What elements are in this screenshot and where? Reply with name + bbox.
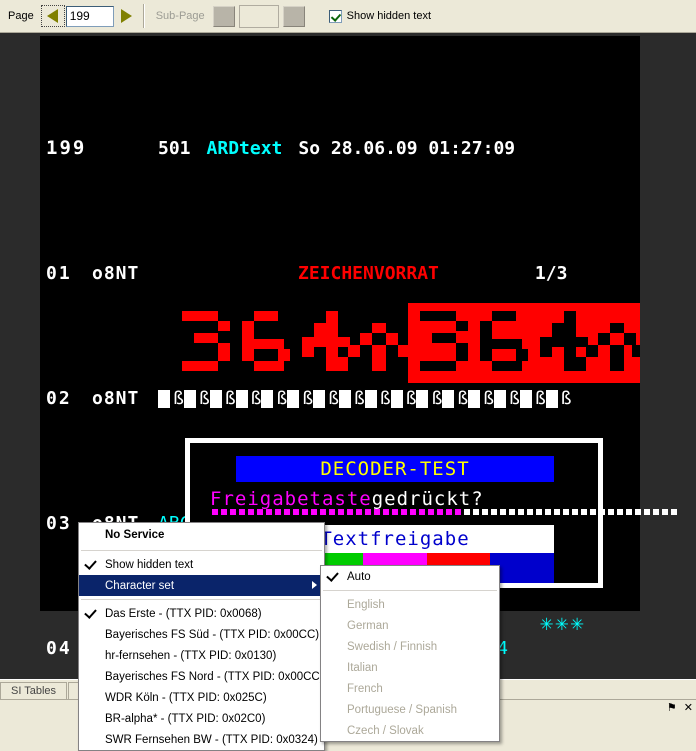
triangle-left-icon <box>47 9 59 23</box>
menu-item-label: hr-fernsehen - (TTX PID: 0x0130) <box>105 649 277 662</box>
menu-item-label: Bayerisches FS Nord - (TTX PID: 0x00CC) <box>105 670 324 683</box>
page-title: ZEICHENVORRAT <box>298 263 439 284</box>
stars-text: ✳✳✳ <box>540 611 586 636</box>
panel-controls: ⚑ ✕ <box>660 700 693 714</box>
next-page-button[interactable] <box>114 5 139 27</box>
row-code: o8NT <box>92 263 140 284</box>
submenu-item-label: English <box>347 598 385 611</box>
subpage-next-button[interactable] <box>282 5 305 27</box>
submenu-item-language: Portuguese / Spanish <box>321 699 499 720</box>
menu-item-channel[interactable]: BR-alpha* - (TTX PID: 0x02C0) <box>79 708 324 729</box>
teletext-row: 01 o8NT ZEICHENVORRAT 1/3 <box>40 261 640 286</box>
submenu-item-label: Auto <box>347 570 371 583</box>
decoder-test-dotline <box>212 509 680 515</box>
submenu-item-auto[interactable]: Auto <box>321 566 499 587</box>
submenu-item-language: Czech / Slovak <box>321 720 499 741</box>
menu-item-channel[interactable]: Bayerisches FS Nord - (TTX PID: 0x00CC) <box>79 666 324 687</box>
check-icon <box>84 557 97 570</box>
context-menu[interactable]: No Service Show hidden text Character se… <box>78 522 325 751</box>
teletext-row: 02 o8NT ßßßßßßßßßßßßßßßß <box>40 386 640 411</box>
header-datetime: So 28.06.09 01:27:09 <box>298 138 516 159</box>
page-count: 1/3 <box>534 263 568 284</box>
submenu-item-language: English <box>321 594 499 615</box>
prev-page-button[interactable] <box>40 5 65 27</box>
header-number: 501 <box>158 138 191 159</box>
decoder-test-title: DECODER-TEST <box>236 456 554 482</box>
submenu-item-label: German <box>347 619 389 632</box>
subpage-input[interactable] <box>238 4 279 28</box>
header-service: ARDtext <box>206 138 283 159</box>
page-nav-group: Page <box>0 0 140 32</box>
menu-item-channel[interactable]: SWR Fernsehen BW - (TTX PID: 0x0324) <box>79 729 324 750</box>
checkmark-icon <box>328 9 342 23</box>
submenu-item-label: Czech / Slovak <box>347 724 424 737</box>
submenu-item-language: Italian <box>321 657 499 678</box>
menu-item-label: Show hidden text <box>105 558 194 571</box>
menu-item-character-set[interactable]: Character set <box>79 575 324 596</box>
context-menu-title: No Service <box>105 529 165 541</box>
check-icon <box>84 606 97 619</box>
decoder-test-line2-white: gedrückt? <box>371 488 484 510</box>
menu-item-label: BR-alpha* - (TTX PID: 0x02C0) <box>105 712 266 725</box>
show-hidden-text-label: Show hidden text <box>346 10 432 22</box>
menu-item-label: SWR Fernsehen BW - (TTX PID: 0x0324) <box>105 733 318 746</box>
header-page-number: 199 <box>46 137 87 159</box>
row-number: 02 <box>46 388 72 409</box>
submenu-item-language: German <box>321 615 499 636</box>
menu-item-channel[interactable]: WDR Köln - (TTX PID: 0x025C) <box>79 687 324 708</box>
menu-item-channel[interactable]: Das Erste - (TTX PID: 0x0068) <box>79 603 324 624</box>
menu-separator <box>323 590 497 591</box>
check-icon <box>326 569 339 582</box>
pin-icon[interactable]: ⚑ <box>667 701 677 714</box>
chevron-right-icon <box>312 581 317 589</box>
submenu-item-label: French <box>347 682 383 695</box>
menu-separator <box>81 599 322 600</box>
row-number: 01 <box>46 263 72 284</box>
toolbar-divider-1 <box>142 4 145 28</box>
top-toolbar: Page Sub-Page Show hidden text <box>0 0 696 33</box>
triangle-right-icon <box>121 9 133 23</box>
menu-item-label: WDR Köln - (TTX PID: 0x025C) <box>105 691 267 704</box>
large-mosaic-graphic <box>176 303 640 383</box>
menu-item-channel[interactable]: Bayerisches FS Süd - (TTX PID: 0x00CC) <box>79 624 324 645</box>
submenu-item-label: Portuguese / Spanish <box>347 703 457 716</box>
teletext-header-row: 199 501 ARDtext So 28.06.09 01:27:09 <box>40 136 640 161</box>
mosaic-364-icon <box>182 311 640 371</box>
subpage-group: Sub-Page <box>148 0 307 32</box>
close-icon[interactable]: ✕ <box>684 701 693 714</box>
menu-item-label: Character set <box>105 579 175 592</box>
menu-item-label: Das Erste - (TTX PID: 0x0068) <box>105 607 262 620</box>
page-label: Page <box>8 10 34 22</box>
menu-item-channel[interactable]: hr-fernsehen - (TTX PID: 0x0130) <box>79 645 324 666</box>
decoder-test-line2-magenta: Freigabetaste <box>210 488 372 510</box>
submenu-item-label: Swedish / Finnish <box>347 640 438 653</box>
menu-separator <box>81 550 322 551</box>
menu-item-show-hidden-text[interactable]: Show hidden text <box>79 554 324 575</box>
submenu-item-label: Italian <box>347 661 378 674</box>
submenu-item-language: Swedish / Finnish <box>321 636 499 657</box>
menu-item-label: Bayerisches FS Süd - (TTX PID: 0x00CC) <box>105 628 320 641</box>
page-input[interactable] <box>65 5 114 27</box>
subpage-prev-button[interactable] <box>212 5 235 27</box>
character-set-submenu[interactable]: Auto English German Swedish / Finnish It… <box>320 565 500 742</box>
show-hidden-text-checkbox[interactable]: Show hidden text <box>328 9 432 23</box>
subpage-label: Sub-Page <box>155 10 205 22</box>
submenu-item-language: French <box>321 678 499 699</box>
tab-si-tables[interactable]: SI Tables <box>0 682 68 699</box>
row-code: o8NT <box>92 388 140 409</box>
mosaic-strip: ßßßßßßßßßßßßßßßß <box>158 386 572 411</box>
